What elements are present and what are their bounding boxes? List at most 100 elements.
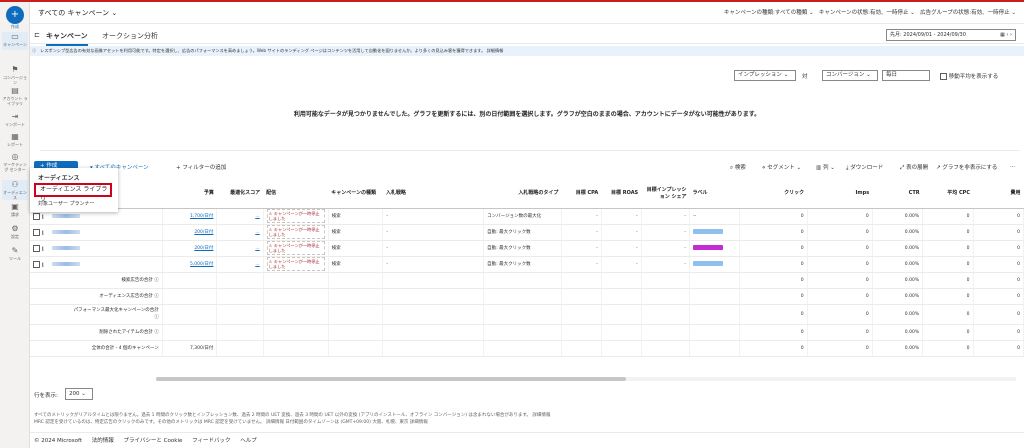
score-cell: ... [216, 240, 264, 257]
rail-campaigns[interactable]: ▭ キャンペーン [2, 32, 28, 50]
total-cost: 0 [973, 288, 1024, 305]
total-imps: 0 [807, 272, 873, 289]
rail-import[interactable]: ⇥ インポート [2, 112, 28, 127]
campaign-name-redacted[interactable] [52, 229, 81, 234]
rail-reports[interactable]: ▦ レポート [2, 132, 28, 147]
add-filter-button[interactable]: + フィルターの追加 [176, 163, 226, 171]
col-campaign-type[interactable]: キャンペーンの種類 [328, 178, 383, 209]
label-chip[interactable] [692, 228, 723, 234]
moving-average-toggle[interactable]: 移動平均を表示する [940, 72, 998, 80]
row-checkbox[interactable] [33, 244, 40, 252]
campaign-name-redacted[interactable] [52, 213, 81, 218]
scrollbar-thumb[interactable] [156, 377, 626, 381]
row-checkbox[interactable] [33, 212, 40, 220]
tab-auction-insights[interactable]: オークション分析 [102, 31, 158, 41]
pause-icon[interactable]: ‖ [41, 247, 43, 252]
expand-table-button[interactable]: ⤢ 表の展開 [900, 163, 928, 172]
rail-marketing[interactable]: ◎ マーケティング センター [2, 152, 28, 172]
footer-help-link[interactable]: ヘルプ [240, 438, 257, 444]
col-target-imp-share[interactable]: 目標インプレッション シェア [641, 178, 690, 209]
info-icon[interactable]: ⓘ [154, 330, 159, 335]
hide-chart-button[interactable]: ↗ グラフを非表示にする [936, 163, 997, 171]
col-clicks[interactable]: クリック [739, 178, 808, 209]
delivery-status: ⚠ キャンペーンが一時停止しました [266, 209, 325, 223]
pause-icon[interactable]: ‖ [41, 215, 43, 220]
footer-privacy-link[interactable]: プライバシーと Cookie [124, 438, 183, 444]
metric2-select[interactable]: コンバージョン ⌄ [822, 70, 878, 81]
download-button[interactable]: ⤓ ダウンロード [846, 163, 883, 172]
rail-label: 請求 [11, 212, 19, 217]
col-budget[interactable]: 予算 [162, 178, 217, 209]
bidtype-cell: 自動: 最大クリック数 [483, 240, 562, 257]
budget-cell[interactable]: 5,000/日付 [162, 256, 218, 273]
filter-adgroup-status[interactable]: 広告グループの状態:有効、一時停止 [920, 10, 1010, 16]
total-cost: 0 [973, 324, 1024, 341]
grand-total-row: 全体の合計 - 4 個のキャンペーン 7,300/日付 0 0 0.00% 0 0 [30, 340, 1024, 357]
budget-cell[interactable]: 200/日付 [162, 240, 218, 257]
moving-average-checkbox[interactable] [940, 73, 947, 80]
pause-icon[interactable]: ‖ [41, 263, 43, 268]
horizontal-scrollbar[interactable] [156, 377, 1016, 381]
col-target-cpa[interactable]: 目標 CPA [561, 178, 602, 209]
col-optimization-score[interactable]: 最適化スコア [216, 178, 264, 209]
segment-button[interactable]: ⋄ セグメント ⌄ [762, 163, 801, 171]
audience-planner-menu-item[interactable]: 対象ユーザー プランナー [38, 200, 95, 207]
rail-library[interactable]: ▤ アカウント ライブラリ [2, 86, 28, 106]
rows-per-page-select[interactable]: 200 ⌄ [65, 388, 93, 400]
col-ctr[interactable]: CTR [872, 178, 923, 209]
delivery-cell: ⚠ キャンペーンが一時停止しました [263, 256, 329, 273]
date-range-picker[interactable]: 先月: 2024/09/01 - 2024/09/30 ▦ ‹ › [886, 29, 1016, 41]
rail-audiences[interactable]: ⚇ オーディエンス [2, 180, 28, 200]
filter-campaign-type[interactable]: キャンペーンの種類:すべての種類 [724, 10, 807, 16]
info-icon[interactable]: ⓘ [154, 315, 159, 320]
total-label: 検索広告の合計 ⓘ [30, 272, 163, 289]
col-target-roas[interactable]: 目標 ROAS [601, 178, 642, 209]
filter-campaign-status[interactable]: キャンペーンの状態:有効、一時停止 [819, 10, 909, 16]
col-imps[interactable]: Imps [807, 178, 873, 209]
budget-cell[interactable]: 1,700/日付 [162, 208, 218, 225]
total-row: パフォーマンス最大化キャンペーンの合計 ⓘ 0 0 0.00% 0 0 [30, 304, 1024, 325]
ctr-cell: 0.00% [872, 224, 924, 241]
row-checkbox[interactable] [33, 228, 40, 236]
col-bid-strategy[interactable]: 入札戦略 [382, 178, 484, 209]
footer-feedback-link[interactable]: フィードバック [192, 438, 230, 444]
rail-settings[interactable]: ⚙ 設定 [2, 224, 28, 239]
budget-cell[interactable]: 200/日付 [162, 224, 218, 241]
delivery-cell: ⚠ キャンペーンが一時停止しました [263, 224, 329, 241]
metric1-select[interactable]: インプレッション ⌄ [734, 70, 796, 81]
more-icon[interactable]: … [1010, 163, 1016, 169]
col-avg-cpc[interactable]: 平均 CPC [922, 178, 973, 209]
columns-label: 列 [822, 165, 829, 171]
campaign-name-redacted[interactable] [52, 245, 81, 250]
tab-campaigns[interactable]: キャンペーン [46, 31, 88, 46]
expand-icon[interactable]: ⊏ [34, 31, 40, 39]
col-delivery[interactable]: 配信 [263, 178, 329, 209]
info-icon[interactable]: ⓘ [154, 278, 159, 283]
label-chip[interactable] [692, 260, 723, 266]
footer-legal-link[interactable]: 法的情報 [92, 438, 114, 444]
period-select[interactable]: 毎日 [882, 70, 930, 81]
imps-cell: 0 [807, 256, 873, 273]
campaign-selector[interactable]: すべての キャンペーン ⌄ [38, 8, 117, 18]
search-button[interactable]: ⌕ 検索 [730, 163, 746, 172]
search-icon: ⌕ [730, 165, 734, 171]
label-chip[interactable] [692, 244, 723, 250]
columns-button[interactable]: ▥ 列 ⌄ [816, 163, 835, 171]
score-cell: ... [216, 256, 264, 273]
row-checkbox[interactable] [33, 260, 40, 268]
info-icon: ⓘ [32, 48, 37, 53]
col-labels[interactable]: ラベル [689, 178, 740, 209]
info-icon[interactable]: ⓘ [154, 294, 159, 299]
audience-library-menu-item[interactable]: オーディエンス ライブラリ [34, 183, 112, 203]
bidtype-cell: 自動: 最大クリック数 [483, 224, 562, 241]
col-bid-strategy-type[interactable]: 入札戦略のタイプ [483, 178, 562, 209]
campaign-name-redacted[interactable] [52, 261, 81, 266]
rail-tools[interactable]: ✎ ツール [2, 246, 28, 261]
create-button[interactable]: + [6, 6, 24, 24]
rail-billing[interactable]: ▣ 請求 [2, 202, 28, 217]
cost-cell: 0 [973, 224, 1024, 241]
total-label: 削除されたアイテムの合計 ⓘ [30, 324, 163, 341]
rail-conversions[interactable]: ⚑ コンバージョン [2, 65, 28, 85]
col-cost[interactable]: 費用 [973, 178, 1024, 209]
pause-icon[interactable]: ‖ [41, 231, 43, 236]
